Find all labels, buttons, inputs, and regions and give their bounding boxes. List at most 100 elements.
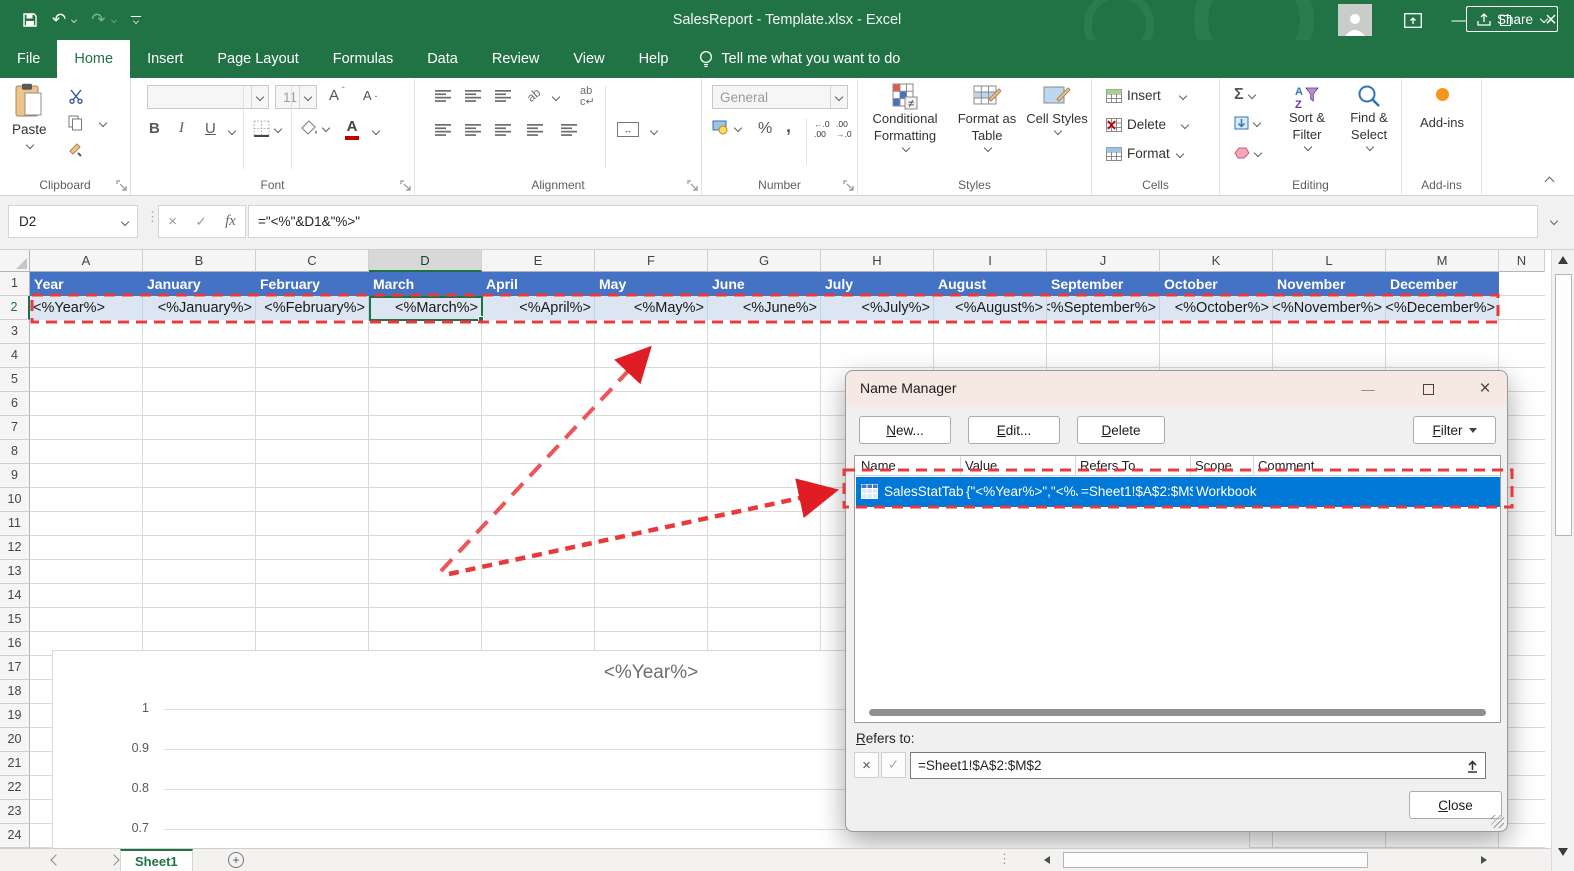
number-format-combo[interactable]: General <box>712 85 848 109</box>
autosum-button[interactable]: Σ <box>1234 86 1255 104</box>
vertical-scrollbar[interactable] <box>1551 250 1574 871</box>
menu-tab-data[interactable]: Data <box>410 40 475 78</box>
cell-K2[interactable]: <%October%> <box>1160 296 1273 320</box>
customize-quick-access-icon[interactable] <box>131 16 141 25</box>
close-dialog-button[interactable]: Close <box>1409 791 1502 819</box>
row-header-10[interactable]: 10 <box>0 488 30 512</box>
alignment-dialog-launcher-icon[interactable] <box>687 180 698 191</box>
column-header-C[interactable]: C <box>256 250 369 272</box>
paste-button[interactable]: Paste <box>12 83 47 148</box>
format-cells-button[interactable]: Format <box>1106 146 1183 161</box>
merge-center-button[interactable]: ↔ <box>617 122 639 137</box>
enter-formula-icon[interactable]: ✓ <box>195 214 206 230</box>
row-header-22[interactable]: 22 <box>0 776 30 800</box>
row-header-21[interactable]: 21 <box>0 752 30 776</box>
ribbon-display-options-icon[interactable] <box>1390 0 1436 40</box>
names-list[interactable]: NameValueRefers ToScopeComment SalesStat… <box>854 455 1501 723</box>
comma-style-button[interactable]: , <box>786 116 791 137</box>
menu-tab-insert[interactable]: Insert <box>130 40 200 78</box>
tab-scrollbar-splitter[interactable]: ⋮ <box>998 851 1011 867</box>
cut-button[interactable] <box>68 88 84 104</box>
column-header-I[interactable]: I <box>934 250 1047 272</box>
row-header-24[interactable]: 24 <box>0 824 30 848</box>
number-dialog-launcher-icon[interactable] <box>843 180 854 191</box>
refers-to-input[interactable]: =Sheet1!$A$2:$M$2 <box>910 752 1486 779</box>
cell-A1[interactable]: Year <box>30 272 143 296</box>
cell-I1[interactable]: August <box>934 272 1047 296</box>
align-center-icon[interactable] <box>465 124 481 136</box>
merge-center-dropdown[interactable] <box>650 127 658 135</box>
insert-function-icon[interactable]: fx <box>225 213 235 230</box>
redo-icon[interactable]: ↷ <box>91 10 116 30</box>
cell-M2[interactable]: <%December%> <box>1386 296 1499 320</box>
cell-F1[interactable]: May <box>595 272 708 296</box>
new-sheet-button[interactable]: + <box>228 852 244 868</box>
row-header-15[interactable]: 15 <box>0 608 30 632</box>
cell-D1[interactable]: March <box>369 272 482 296</box>
decrease-decimal-button[interactable]: .00→.0 <box>836 120 852 140</box>
expand-formula-bar-icon[interactable] <box>1550 217 1558 225</box>
clipboard-dialog-launcher-icon[interactable] <box>116 180 127 191</box>
list-header-value[interactable]: Value <box>965 456 997 476</box>
addins-button[interactable]: Add-ins <box>1412 88 1472 132</box>
cell-styles-button[interactable]: Cell Styles <box>1026 83 1088 134</box>
align-middle-icon[interactable] <box>465 90 481 102</box>
select-all-corner[interactable] <box>0 250 30 272</box>
format-as-table-button[interactable]: Format as Table <box>950 83 1024 151</box>
cell-M1[interactable]: December <box>1386 272 1499 296</box>
scroll-right-icon[interactable] <box>1481 856 1487 864</box>
cell-B2[interactable]: <%January%> <box>143 296 256 320</box>
column-header-B[interactable]: B <box>143 250 256 272</box>
column-header-A[interactable]: A <box>30 250 143 272</box>
column-header-F[interactable]: F <box>595 250 708 272</box>
align-right-icon[interactable] <box>495 124 511 136</box>
cell-C1[interactable]: February <box>256 272 369 296</box>
cell-C2[interactable]: <%February%> <box>256 296 369 320</box>
next-sheet-icon[interactable] <box>108 854 119 865</box>
align-top-icon[interactable] <box>435 90 451 102</box>
cell-E2[interactable]: <%April%> <box>482 296 595 320</box>
cell-J2[interactable]: <%September%> <box>1047 296 1160 320</box>
scroll-down-icon[interactable] <box>1558 848 1568 856</box>
row-header-11[interactable]: 11 <box>0 512 30 536</box>
list-header-comment[interactable]: Comment <box>1258 456 1314 476</box>
underline-dropdown[interactable] <box>228 127 236 135</box>
dialog-close-icon[interactable]: × <box>1468 375 1502 403</box>
menu-tab-view[interactable]: View <box>556 40 621 78</box>
user-avatar[interactable] <box>1338 4 1372 36</box>
column-header-D[interactable]: D <box>369 250 482 272</box>
column-header-L[interactable]: L <box>1273 250 1386 272</box>
borders-button[interactable] <box>253 120 281 137</box>
list-horizontal-scrollbar[interactable] <box>869 709 1486 716</box>
row-header-17[interactable]: 17 <box>0 656 30 680</box>
formula-input[interactable]: ="<%"&D1&"%>" <box>248 205 1538 238</box>
dialog-minimize-button[interactable]: — <box>1351 375 1385 403</box>
column-header-M[interactable]: M <box>1386 250 1499 272</box>
cell-E1[interactable]: April <box>482 272 595 296</box>
cell-F2[interactable]: <%May%> <box>595 296 708 320</box>
menu-tab-formulas[interactable]: Formulas <box>316 40 410 78</box>
row-header-6[interactable]: 6 <box>0 392 30 416</box>
row-header-14[interactable]: 14 <box>0 584 30 608</box>
font-color-dropdown[interactable] <box>372 127 380 135</box>
decrease-font-size-button[interactable]: Aˇ <box>363 87 377 104</box>
percent-style-button[interactable]: % <box>758 120 772 138</box>
clear-button[interactable] <box>1234 146 1261 159</box>
row-header-16[interactable]: 16 <box>0 632 30 656</box>
refers-commit-button[interactable]: ✓ <box>881 752 906 778</box>
fill-button[interactable] <box>1234 116 1260 130</box>
prev-sheet-icon[interactable] <box>50 854 61 865</box>
row-header-20[interactable]: 20 <box>0 728 30 752</box>
cell-H2[interactable]: <%July%> <box>821 296 934 320</box>
undo-icon[interactable]: ↶ <box>52 10 77 30</box>
font-dialog-launcher-icon[interactable] <box>400 180 411 191</box>
horizontal-scrollbar-thumb[interactable] <box>1063 852 1368 868</box>
name-row-salesstattable[interactable]: SalesStatTable {"<%Year%>","<%Jan... =Sh… <box>856 477 1500 507</box>
font-name-combo[interactable] <box>147 85 269 109</box>
cell-B1[interactable]: January <box>143 272 256 296</box>
insert-cells-button[interactable]: Insert <box>1106 88 1186 103</box>
dialog-maximize-button[interactable] <box>1411 375 1445 403</box>
wrap-text-button[interactable]: abc↵ <box>580 86 595 108</box>
cancel-formula-icon[interactable]: × <box>168 213 177 230</box>
cell-G1[interactable]: June <box>708 272 821 296</box>
